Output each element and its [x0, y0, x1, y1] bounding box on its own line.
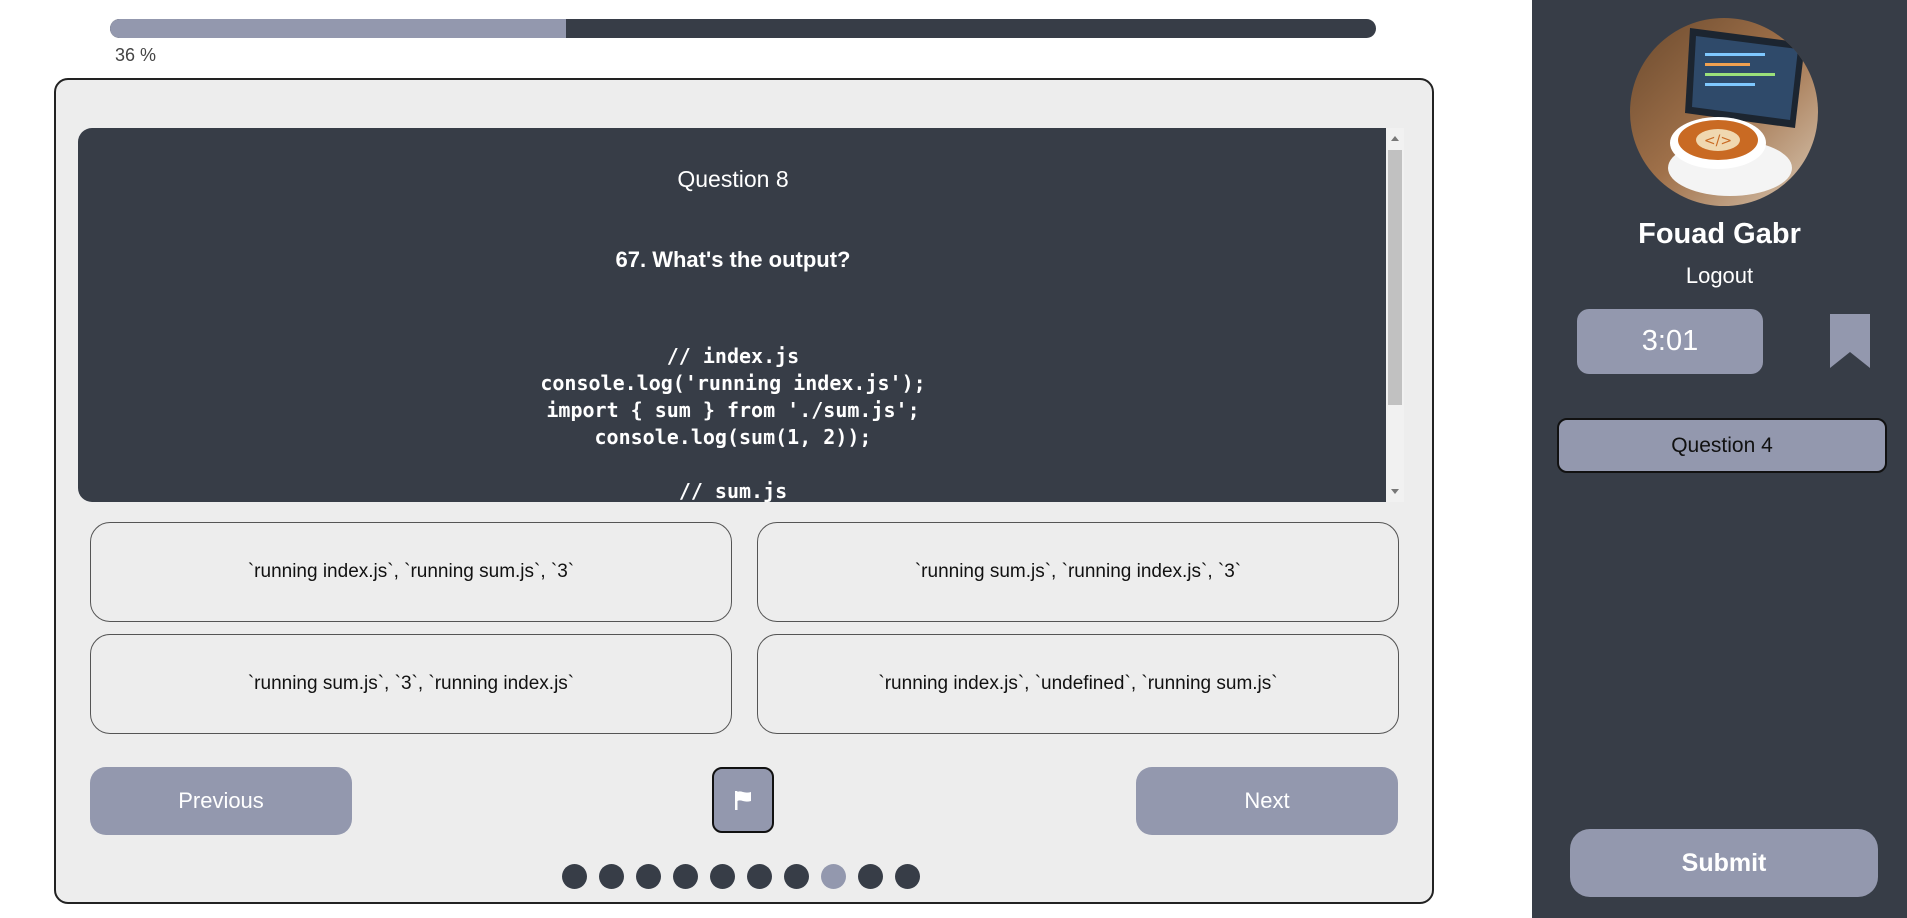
avatar: </> [1630, 18, 1818, 206]
submit-button[interactable]: Submit [1570, 829, 1878, 897]
answer-option-4[interactable]: `running index.js`, `undefined`, `runnin… [757, 634, 1399, 734]
scroll-up-arrow-icon[interactable] [1391, 136, 1399, 141]
question-pagination [562, 864, 920, 889]
flag-button[interactable] [712, 767, 774, 833]
question-panel[interactable]: Question 8 67. What's the output? // ind… [78, 128, 1404, 502]
question-number: Question 8 [677, 166, 789, 192]
pagination-dot[interactable] [895, 864, 920, 889]
svg-text:</>: </> [1704, 133, 1732, 149]
timer: 3:01 [1577, 309, 1763, 374]
question-title: 67. What's the output? [615, 247, 851, 272]
pagination-dot[interactable] [784, 864, 809, 889]
question-code: // index.js console.log('running index.j… [540, 344, 926, 502]
previous-button[interactable]: Previous [90, 767, 352, 835]
answer-option-1[interactable]: `running index.js`, `running sum.js`, `3… [90, 522, 732, 622]
question-content: Question 8 67. What's the output? // ind… [78, 128, 1388, 502]
quiz-card: Question 8 67. What's the output? // ind… [54, 78, 1434, 904]
pagination-dot[interactable] [599, 864, 624, 889]
pagination-dot[interactable] [747, 864, 772, 889]
next-button[interactable]: Next [1136, 767, 1398, 835]
sidebar: </> Fouad Gabr Logout 3:01 Question 4 Su… [1532, 0, 1907, 918]
progress-bar [110, 19, 1376, 38]
pagination-dot[interactable] [710, 864, 735, 889]
progress-label: 36 % [115, 45, 157, 65]
question-scrollbar[interactable] [1386, 128, 1404, 502]
bookmark-icon[interactable] [1828, 312, 1872, 370]
pagination-dot[interactable] [636, 864, 661, 889]
user-name: Fouad Gabr [1638, 218, 1801, 250]
saved-question-item[interactable]: Question 4 [1557, 418, 1887, 473]
flag-icon [735, 791, 751, 810]
scroll-thumb[interactable] [1388, 150, 1402, 405]
answer-option-2[interactable]: `running sum.js`, `running index.js`, `3… [757, 522, 1399, 622]
scroll-down-arrow-icon[interactable] [1391, 489, 1399, 494]
pagination-dot[interactable] [562, 864, 587, 889]
pagination-dot[interactable] [858, 864, 883, 889]
progress-fill [110, 19, 566, 38]
pagination-dot[interactable] [821, 864, 846, 889]
logout-link[interactable]: Logout [1532, 263, 1907, 289]
answer-option-3[interactable]: `running sum.js`, `3`, `running index.js… [90, 634, 732, 734]
pagination-dot[interactable] [673, 864, 698, 889]
